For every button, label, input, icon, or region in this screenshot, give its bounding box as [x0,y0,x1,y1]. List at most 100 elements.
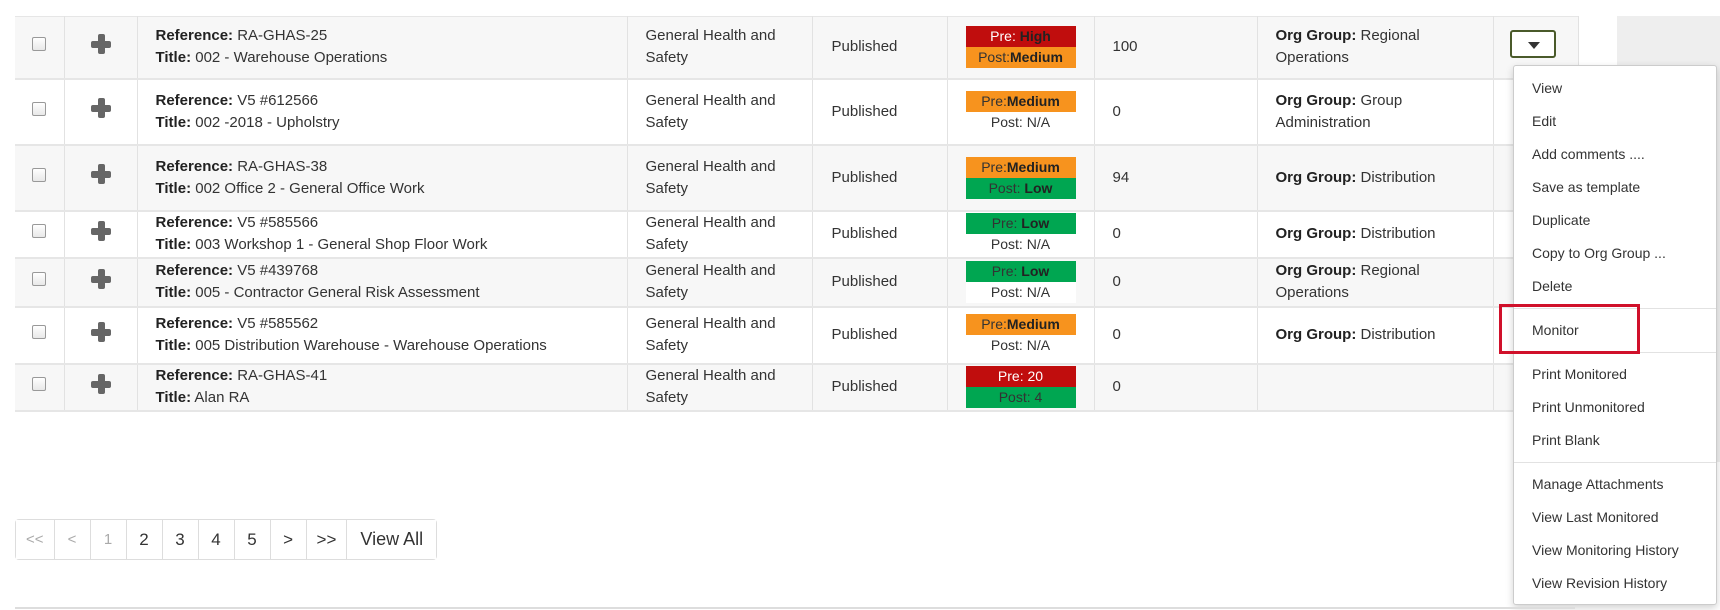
reference-label: Reference: [155,27,234,45]
expand-plus-icon[interactable] [90,164,111,184]
category-cell: General Health and Safety [627,16,813,79]
row-checkbox[interactable] [32,101,47,116]
score-cell: 100 [1094,16,1258,79]
title-value: 002 - Warehouse Operations [195,49,388,67]
org-group-cell: Org Group: Group Administration [1257,78,1494,145]
menu-item-view[interactable]: View [1514,72,1716,105]
reference-value: RA-GHAS-25 [237,27,328,45]
risk-level-pre: Pre:Medium [965,314,1076,335]
score-cell: 0 [1094,363,1258,411]
expand-plus-icon[interactable] [90,321,111,342]
reference-value: RA-GHAS-38 [237,157,328,175]
expand-plus-icon[interactable] [90,373,111,394]
page-next[interactable]: > [270,520,307,559]
page-last[interactable]: >> [306,520,348,559]
page-1[interactable]: 1 [90,520,127,559]
reference-value: V5 #585562 [237,315,319,332]
title-value: 003 Workshop 1 - General Shop Floor Work [195,236,488,253]
title-label: Title: [155,49,192,67]
status-cell: Published [812,78,948,145]
title-line: Title: 002 - Warehouse Operations [156,47,627,69]
monitor-highlight-box [1499,304,1640,354]
menu-item-add-comments[interactable]: Add comments .... [1514,138,1716,171]
org-group-cell [1257,363,1494,411]
category-cell: General Health and Safety [627,257,813,307]
org-group-value: Distribution [1360,168,1436,186]
risk-level-post: Post:Medium [965,47,1076,69]
menu-item-view-last-monitored[interactable]: View Last Monitored [1514,501,1716,534]
org-group-cell: Org Group: Distribution [1257,306,1494,364]
title-line: Title: 002 -2018 - Upholstry [156,112,627,134]
reference-line: Reference: RA-GHAS-41 [156,365,627,387]
page-3[interactable]: 3 [162,520,199,559]
risk-rating: Pre: 20 Post: 4 [965,366,1076,408]
risk-level-pre: Pre:Medium [965,156,1076,178]
menu-item-delete[interactable]: Delete [1514,270,1716,303]
menu-item-save-as-template[interactable]: Save as template [1514,171,1716,204]
page-prev[interactable]: < [54,520,91,559]
menu-item-duplicate[interactable]: Duplicate [1514,204,1716,237]
risk-rating: Pre:Medium Post: N/A [965,314,1076,356]
status-cell: Published [812,210,948,258]
category-cell: General Health and Safety [627,78,813,145]
bottom-divider [15,607,1575,609]
risk-level-post: Post: N/A [965,234,1076,255]
reference-label: Reference: [155,367,234,384]
score-cell: 0 [1094,257,1258,307]
menu-item-view-revision-history[interactable]: View Revision History [1514,567,1716,600]
row-checkbox[interactable] [32,224,47,238]
table-row: Reference: RA-GHAS-25 Title: 002 - Wareh… [15,16,1579,79]
expand-plus-icon[interactable] [90,98,111,118]
risk-level-pre: Pre: 20 [965,366,1076,387]
title-label: Title: [155,284,192,301]
page-view-all-button[interactable]: View All [347,520,437,559]
menu-item-edit[interactable]: Edit [1514,105,1716,138]
org-group-label: Org Group: [1275,262,1357,279]
expand-plus-icon[interactable] [90,220,111,241]
expand-plus-icon[interactable] [90,33,111,54]
table-row: Reference: V5 #439768 Title: 005 - Contr… [15,257,1579,307]
org-group-cell: Org Group: Regional Operations [1257,16,1494,79]
row-checkbox[interactable] [32,377,47,391]
org-group-cell: Org Group: Distribution [1257,210,1494,258]
title-line: Title: Alan RA [156,387,627,409]
title-label: Title: [155,337,192,354]
menu-item-copy-to-org-group[interactable]: Copy to Org Group ... [1514,237,1716,270]
reference-line: Reference: V5 #585566 [156,212,627,234]
reference-label: Reference: [155,91,234,109]
menu-item-print-monitored[interactable]: Print Monitored [1514,358,1716,391]
page-5[interactable]: 5 [234,520,271,559]
menu-item-view-monitoring-history[interactable]: View Monitoring History [1514,534,1716,567]
risk-rating: Pre: Low Post: N/A [965,213,1076,255]
risk-assessment-table: Reference: RA-GHAS-25 Title: 002 - Wareh… [15,16,1579,412]
pagination: << <1 2 3 4 5 > >> View All [15,519,438,560]
page-2[interactable]: 2 [126,520,163,559]
risk-level-pre: Pre: Low [965,261,1076,282]
reference-line: Reference: RA-GHAS-38 [156,156,627,178]
risk-rating: Pre: High Post:Medium [965,26,1076,69]
score-cell: 0 [1094,306,1258,364]
menu-divider [1514,462,1716,463]
risk-level-post: Post: N/A [965,282,1076,303]
reference-line: Reference: V5 #439768 [156,260,627,282]
org-group-label: Org Group: [1275,326,1357,343]
risk-level-post: Post: 4 [965,387,1076,408]
expand-plus-icon[interactable] [90,268,111,289]
menu-item-print-unmonitored[interactable]: Print Unmonitored [1514,391,1716,424]
risk-level-post: Post: Low [965,177,1076,199]
row-checkbox[interactable] [32,37,47,52]
page-first[interactable]: << [16,520,55,559]
reference-line: Reference: V5 #612566 [156,90,627,112]
title-line: Title: 003 Workshop 1 - General Shop Flo… [156,234,627,256]
row-checkbox[interactable] [32,272,47,286]
title-label: Title: [155,389,192,406]
row-actions-dropdown-button[interactable] [1509,29,1556,58]
page-4[interactable]: 4 [198,520,235,559]
row-checkbox[interactable] [32,167,47,182]
row-checkbox[interactable] [32,325,47,339]
menu-item-print-blank[interactable]: Print Blank [1514,424,1716,457]
reference-label: Reference: [155,214,234,231]
org-group-label: Org Group: [1275,168,1357,186]
menu-item-manage-attachments[interactable]: Manage Attachments [1514,468,1716,501]
reference-label: Reference: [155,315,234,332]
